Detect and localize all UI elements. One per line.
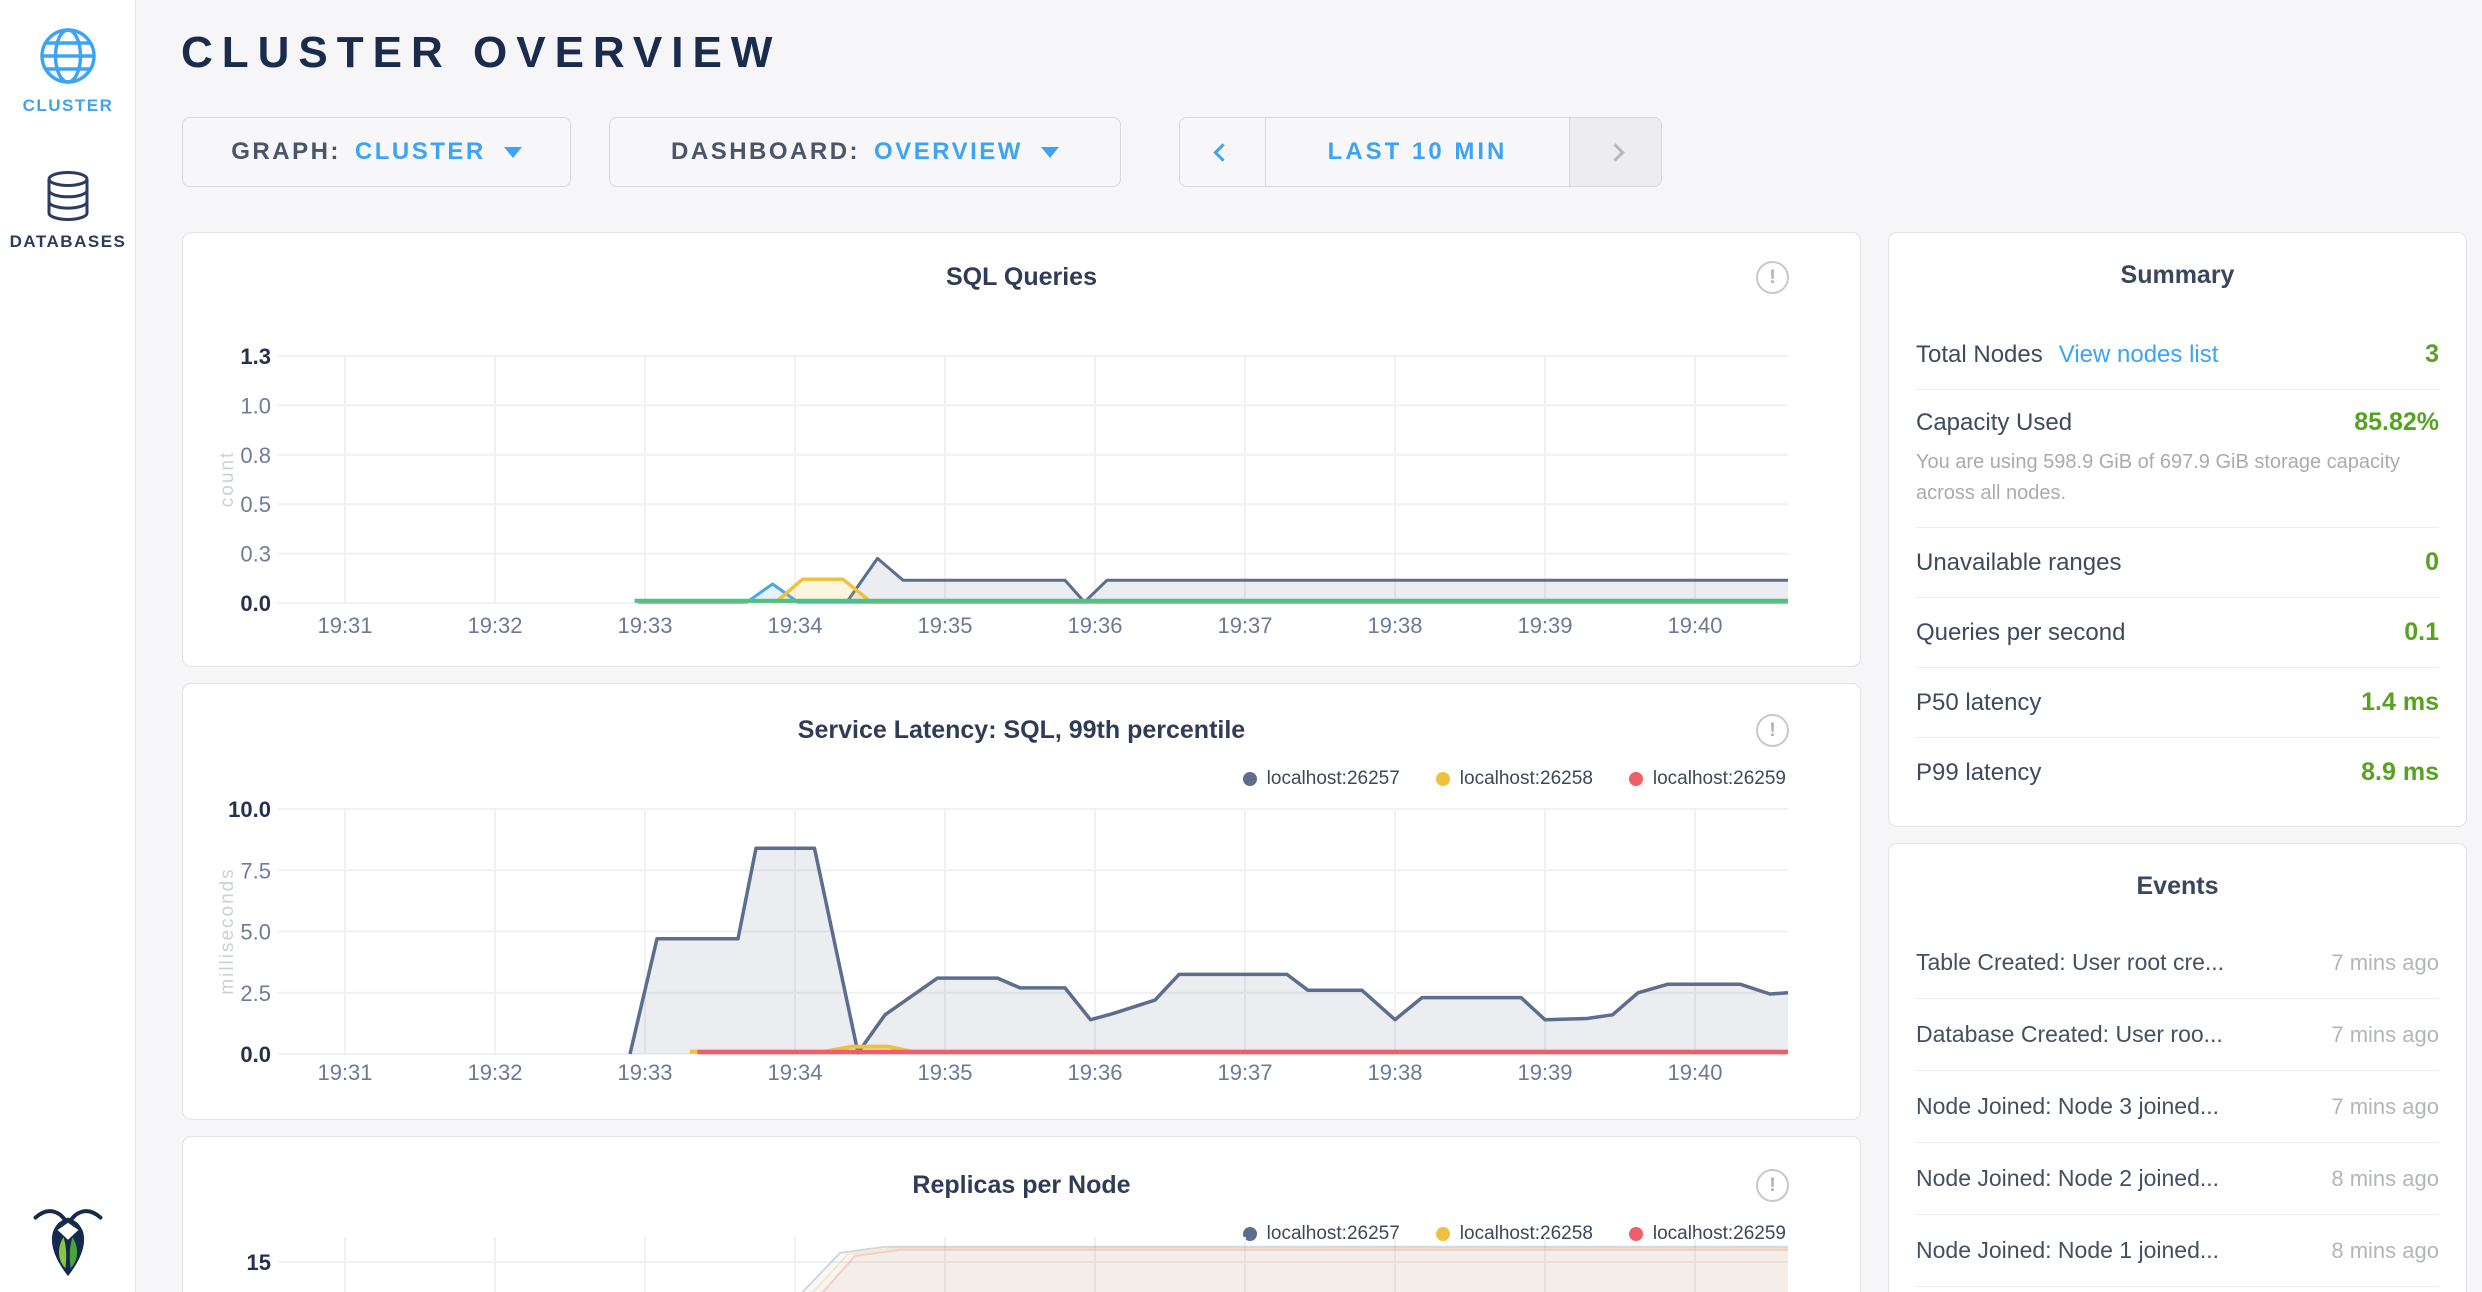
summary-row: Unavailable ranges 0 bbox=[1916, 528, 2439, 598]
y-tick-label: 7.5 bbox=[240, 858, 271, 883]
y-tick-label: 15 bbox=[247, 1250, 271, 1275]
dashboard-dropdown[interactable]: DASHBOARD: OVERVIEW bbox=[609, 117, 1121, 187]
y-tick-label: 1.0 bbox=[240, 393, 271, 418]
chart-card-service-latency: Service Latency: SQL, 99th percentile!lo… bbox=[182, 683, 1861, 1120]
summary-row-total-nodes: Total Nodes View nodes list 3 bbox=[1916, 320, 2439, 390]
summary-row: P50 latency 1.4 ms bbox=[1916, 668, 2439, 738]
event-row[interactable]: Table Created: User root cre... 7 mins a… bbox=[1916, 927, 2439, 999]
x-tick-label: 19:39 bbox=[1517, 1060, 1572, 1085]
x-tick-label: 19:38 bbox=[1367, 613, 1422, 638]
sidebar: CLUSTER DATABASES bbox=[0, 0, 136, 1292]
view-nodes-list-link[interactable]: View nodes list bbox=[2059, 341, 2219, 368]
x-tick-label: 19:31 bbox=[317, 613, 372, 638]
y-tick-label: 10 bbox=[247, 1288, 271, 1292]
x-tick-label: 19:33 bbox=[617, 1060, 672, 1085]
x-tick-label: 19:32 bbox=[467, 613, 522, 638]
cluster-overview-page: CLUSTER DATABASES bbox=[0, 0, 2482, 1292]
x-tick-label: 19:37 bbox=[1217, 1060, 1272, 1085]
event-row[interactable]: Node Joined: Node 2 joined... 8 mins ago bbox=[1916, 1143, 2439, 1215]
chevron-right-icon bbox=[1606, 143, 1624, 161]
time-range-selector: LAST 10 MIN bbox=[1179, 117, 1662, 187]
page-title: CLUSTER OVERVIEW bbox=[181, 28, 781, 78]
x-tick-label: 19:35 bbox=[917, 1060, 972, 1085]
x-tick-label: 19:32 bbox=[467, 1060, 522, 1085]
y-tick-label: 1.3 bbox=[240, 344, 271, 369]
capacity-used-value: 85.82% bbox=[2354, 408, 2439, 437]
event-row[interactable]: Node Joined: Node 1 joined... 8 mins ago bbox=[1916, 1215, 2439, 1287]
capacity-note: You are using 598.9 GiB of 697.9 GiB sto… bbox=[1916, 445, 2439, 528]
y-tick-label: 0.3 bbox=[240, 542, 271, 567]
events-panel: Events Table Created: User root cre... 7… bbox=[1888, 843, 2467, 1292]
globe-icon bbox=[38, 26, 98, 86]
x-tick-label: 19:36 bbox=[1067, 613, 1122, 638]
x-tick-label: 19:31 bbox=[317, 1060, 372, 1085]
y-tick-label: 0.8 bbox=[240, 443, 271, 468]
event-row[interactable]: Node Joined: Node 3 joined... 7 mins ago bbox=[1916, 1071, 2439, 1143]
sidebar-item-label: DATABASES bbox=[0, 232, 136, 252]
chart-card-sql-queries: SQL Queries!0.00.30.50.81.01.319:3119:32… bbox=[182, 232, 1861, 667]
series-area-localhost:26257 bbox=[630, 848, 1788, 1054]
chevron-down-icon bbox=[1041, 147, 1059, 158]
sidebar-item-label: CLUSTER bbox=[0, 96, 136, 116]
y-tick-label: 0.0 bbox=[240, 591, 271, 616]
summary-title: Summary bbox=[1889, 233, 2466, 290]
time-range-button[interactable]: LAST 10 MIN bbox=[1266, 118, 1569, 186]
chevron-down-icon bbox=[504, 147, 522, 158]
y-axis-label: milliseconds bbox=[217, 867, 238, 994]
event-row[interactable]: Database Created: User roo... 7 mins ago bbox=[1916, 999, 2439, 1071]
chart-card-replicas-per-node: Replicas per Node!localhost:26257localho… bbox=[182, 1136, 1861, 1292]
time-next-button-disabled[interactable] bbox=[1569, 118, 1661, 186]
chart-plot[interactable]: 0.0 2.5 5.0 7.5 10.0 19:31 19:32 19:33 19:34 19:3… bbox=[183, 684, 1862, 1121]
x-tick-label: 19:40 bbox=[1667, 613, 1722, 638]
graph-dropdown[interactable]: GRAPH: CLUSTER bbox=[182, 117, 571, 187]
x-tick-label: 19:38 bbox=[1367, 1060, 1422, 1085]
summary-row: Queries per second 0.1 bbox=[1916, 598, 2439, 668]
x-tick-label: 19:36 bbox=[1067, 1060, 1122, 1085]
capacity-used-label: Capacity Used bbox=[1916, 409, 2072, 437]
graph-dropdown-label: GRAPH: bbox=[231, 138, 341, 166]
y-tick-label: 5.0 bbox=[240, 920, 271, 945]
databases-icon bbox=[42, 170, 94, 222]
summary-row: P99 latency 8.9 ms bbox=[1916, 738, 2439, 807]
cockroach-bug-icon bbox=[29, 1203, 107, 1279]
summary-row-capacity: Capacity Used 85.82% You are using 598.9… bbox=[1916, 390, 2439, 528]
y-axis-label: count bbox=[217, 451, 238, 507]
x-tick-label: 19:34 bbox=[767, 613, 822, 638]
y-tick-label: 0.0 bbox=[240, 1042, 271, 1067]
chevron-left-icon bbox=[1213, 143, 1231, 161]
events-title: Events bbox=[1889, 844, 2466, 901]
controls-bar: GRAPH: CLUSTER DASHBOARD: OVERVIEW LAST … bbox=[182, 117, 1662, 187]
dashboard-dropdown-label: DASHBOARD: bbox=[671, 138, 860, 166]
sidebar-item-cluster[interactable]: CLUSTER bbox=[0, 26, 136, 116]
x-tick-label: 19:37 bbox=[1217, 613, 1272, 638]
x-tick-label: 19:35 bbox=[917, 613, 972, 638]
x-tick-label: 19:33 bbox=[617, 613, 672, 638]
x-tick-label: 19:39 bbox=[1517, 613, 1572, 638]
chart-plot[interactable]: 151019:3119:3219:3319:3419:3519:3619:371… bbox=[183, 1137, 1862, 1292]
x-tick-label: 19:34 bbox=[767, 1060, 822, 1085]
time-prev-button[interactable] bbox=[1180, 118, 1266, 186]
graph-dropdown-value: CLUSTER bbox=[355, 138, 486, 166]
y-tick-label: 10.0 bbox=[228, 797, 271, 822]
total-nodes-label: Total Nodes bbox=[1916, 341, 2043, 368]
summary-panel: Summary Total Nodes View nodes list 3 Cap… bbox=[1888, 232, 2467, 827]
y-tick-label: 0.5 bbox=[240, 492, 271, 517]
sidebar-item-databases[interactable]: DATABASES bbox=[0, 170, 136, 252]
cockroachdb-logo bbox=[0, 1203, 136, 1284]
series-area-localhost:26259 bbox=[735, 1250, 1788, 1292]
y-tick-label: 2.5 bbox=[240, 981, 271, 1006]
total-nodes-value: 3 bbox=[2425, 340, 2439, 369]
x-tick-label: 19:40 bbox=[1667, 1060, 1722, 1085]
dashboard-dropdown-value: OVERVIEW bbox=[874, 138, 1023, 166]
chart-plot[interactable]: 0.0 0.3 0.5 0.8 1.0 1.3 19:31 19:32 19:33 19:34 19… bbox=[183, 233, 1862, 668]
